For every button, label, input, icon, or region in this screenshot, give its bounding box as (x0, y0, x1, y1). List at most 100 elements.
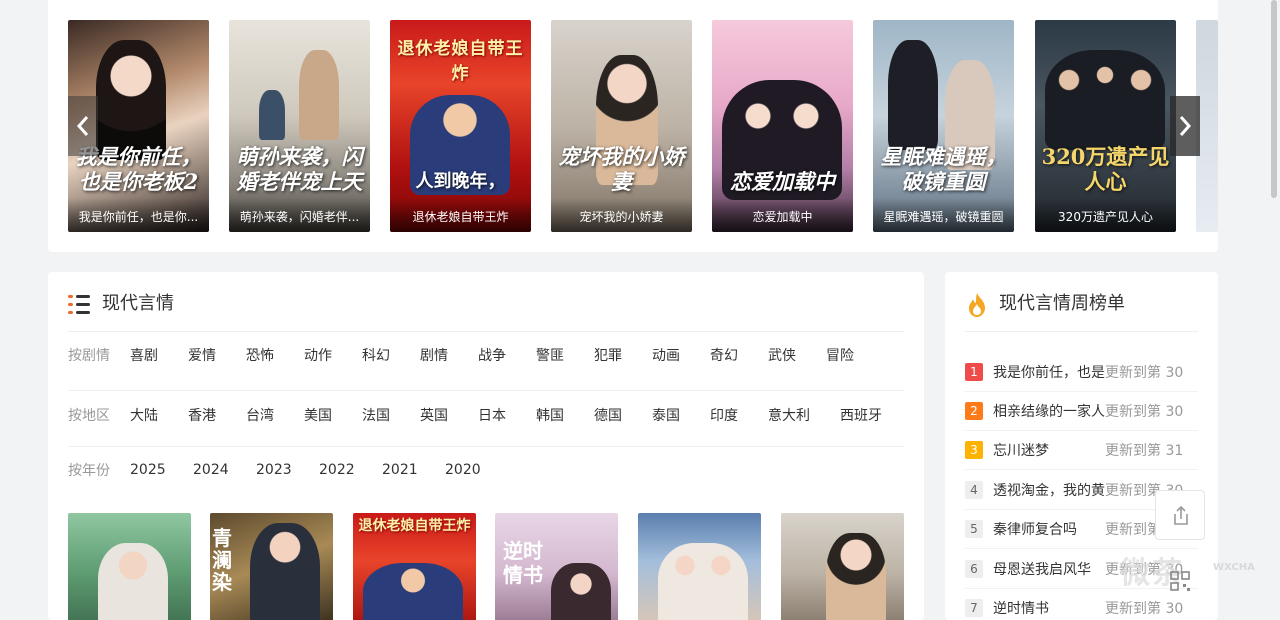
filter-option[interactable]: 2024 (193, 462, 256, 478)
filter-option[interactable]: 香港 (188, 405, 246, 425)
rank-title: 忘川迷梦 (993, 443, 1049, 459)
rank-number: 3 (965, 441, 983, 459)
row-divider (68, 390, 904, 391)
filter-option[interactable]: 意大利 (768, 405, 840, 425)
rank-title: 秦律师复合吗 (993, 522, 1077, 538)
panel-title: 现代言情 (102, 293, 174, 314)
poster-art-title: 星眠难遇瑶，破镜重圆 (880, 144, 1007, 194)
filter-row-genre: 按剧情 喜剧 爱情 恐怖 动作 科幻 剧情 战争 警匪 犯罪 动画 奇幻 武侠 … (68, 344, 904, 366)
filter-option[interactable]: 恐怖 (246, 345, 304, 365)
chevron-right-icon (1179, 116, 1192, 136)
rank-title: 逆时情书 (993, 601, 1049, 617)
rank-number: 6 (965, 560, 983, 578)
filter-option[interactable]: 警匪 (536, 345, 594, 365)
poster-caption: 恋爱加载中 (712, 198, 853, 232)
filter-option[interactable]: 2022 (319, 462, 382, 478)
rank-update: 更新到第 31 (1105, 443, 1184, 459)
row-divider (68, 446, 904, 447)
filter-option[interactable]: 动作 (304, 345, 362, 365)
video-thumbnail[interactable]: 逆时情书 (495, 513, 618, 620)
thumbnail-art-title: 青澜染 (212, 526, 232, 594)
filter-row-year: 按年份 2025 2024 2023 2022 2021 2020 (68, 459, 904, 481)
ranking-header: 现代言情周榜单 (965, 290, 1198, 332)
poster-art-title: 320万遗产见人心 (1041, 144, 1170, 194)
filter-option[interactable]: 日本 (478, 405, 536, 425)
poster-art-title: 萌孙来袭，闪婚老伴宠上天 (236, 144, 363, 194)
carousel-poster-6[interactable]: 星眠难遇瑶，破镜重圆 星眠难遇瑶，破镜重圆 (873, 20, 1014, 232)
page-scrollbar[interactable] (1268, 0, 1280, 620)
poster-banner: 退休老娘自带王炸 (397, 39, 524, 84)
flame-icon (969, 293, 985, 317)
poster-caption: 宠坏我的小娇妻 (551, 198, 692, 232)
qrcode-icon (1170, 571, 1190, 591)
scrollbar-thumb[interactable] (1271, 0, 1277, 198)
filter-option[interactable]: 台湾 (246, 405, 304, 425)
filter-option[interactable]: 犯罪 (594, 345, 652, 365)
rank-title: 透视淘金，我的黄金瞳 (993, 483, 1105, 499)
watermark-small: WXCHA (1213, 562, 1255, 573)
filter-option[interactable]: 爱情 (188, 345, 246, 365)
rank-update: 更新到第 30 (1105, 365, 1184, 381)
filter-option[interactable]: 法国 (362, 405, 420, 425)
carousel-poster-5[interactable]: 恋爱加载中 恋爱加载中 (712, 20, 853, 232)
ranking-item[interactable]: 3 忘川迷梦 更新到第 31 (965, 431, 1198, 470)
filter-option[interactable]: 2021 (382, 462, 445, 478)
filter-option[interactable]: 科幻 (362, 345, 420, 365)
poster-caption: 萌孙来袭，闪婚老伴... (229, 198, 370, 232)
carousel-poster-2[interactable]: 萌孙来袭，闪婚老伴宠上天 萌孙来袭，闪婚老伴... (229, 20, 370, 232)
category-panel: 现代言情 按剧情 喜剧 爱情 恐怖 动作 科幻 剧情 战争 警匪 犯罪 动画 奇… (48, 272, 924, 620)
video-thumbnail[interactable] (638, 513, 761, 620)
ranking-item[interactable]: 1 我是你前任，也是你老板2 更新到第 30 (965, 353, 1198, 392)
carousel-poster-4[interactable]: 宠坏我的小娇妻 宠坏我的小娇妻 (551, 20, 692, 232)
video-thumbnail[interactable]: 退休老娘自带王炸 (353, 513, 476, 620)
poster-art-title: 宠坏我的小娇妻 (558, 144, 685, 194)
filter-label-genre: 按剧情 (68, 348, 110, 364)
poster-caption: 320万遗产见人心 (1035, 198, 1176, 232)
list-icon (68, 293, 90, 315)
filter-option[interactable]: 奇幻 (710, 345, 768, 365)
filter-option[interactable]: 2020 (445, 462, 508, 478)
filter-option[interactable]: 2025 (130, 462, 193, 478)
rank-title: 我是你前任，也是你老板2 (993, 365, 1105, 381)
filter-option[interactable]: 武侠 (768, 345, 826, 365)
carousel-poster-3[interactable]: 退休老娘自带王炸 人到晚年， 退休老娘自带王炸 (390, 20, 531, 232)
filter-option[interactable]: 战争 (478, 345, 536, 365)
share-button[interactable] (1155, 490, 1205, 540)
thumbnail-art-title: 逆时情书 (503, 539, 543, 587)
rank-number: 7 (965, 599, 983, 617)
poster-caption: 我是你前任，也是你... (68, 198, 209, 232)
filter-option[interactable]: 大陆 (130, 405, 188, 425)
thumbnail-banner: 退休老娘自带王炸 (358, 518, 471, 534)
filter-option[interactable]: 剧情 (420, 345, 478, 365)
filter-option[interactable]: 喜剧 (130, 345, 188, 365)
rank-number: 1 (965, 363, 983, 381)
carousel-next-button[interactable] (1170, 96, 1200, 156)
filter-option[interactable]: 韩国 (536, 405, 594, 425)
filter-option[interactable]: 德国 (594, 405, 652, 425)
filter-option[interactable]: 美国 (304, 405, 362, 425)
filter-option[interactable]: 西班牙 (840, 405, 900, 425)
rank-update: 更新到第 30 (1105, 404, 1184, 420)
rank-title: 相亲结缘的一家人 (993, 404, 1105, 420)
video-thumbnail[interactable]: 青澜染 (210, 513, 333, 620)
ranking-item[interactable]: 2 相亲结缘的一家人 更新到第 30 (965, 392, 1198, 431)
filter-option[interactable]: 冒险 (826, 345, 876, 365)
rank-number: 5 (965, 520, 983, 538)
filter-option[interactable]: 动画 (652, 345, 710, 365)
filter-option[interactable]: 印度 (710, 405, 768, 425)
filter-option[interactable]: 2023 (256, 462, 319, 478)
carousel-poster-7[interactable]: 320万遗产见人心 320万遗产见人心 (1035, 20, 1176, 232)
video-thumbnail[interactable] (68, 513, 191, 620)
poster-art-title: 恋爱加载中 (730, 169, 835, 194)
filter-option[interactable]: 英国 (420, 405, 478, 425)
rank-number: 2 (965, 402, 983, 420)
share-icon (1174, 505, 1188, 525)
video-thumbnail[interactable] (781, 513, 904, 620)
carousel-prev-button[interactable] (68, 96, 98, 156)
rank-number: 4 (965, 481, 983, 499)
filter-option[interactable]: 泰国 (652, 405, 710, 425)
poster-caption: 星眠难遇瑶，破镜重圆 (873, 198, 1014, 232)
ranking-title: 现代言情周榜单 (999, 293, 1125, 314)
featured-carousel: 我是你前任，也是你老板2 我是你前任，也是你... 萌孙来袭，闪婚老伴宠上天 萌… (48, 0, 1218, 252)
qrcode-button[interactable] (1155, 556, 1205, 606)
